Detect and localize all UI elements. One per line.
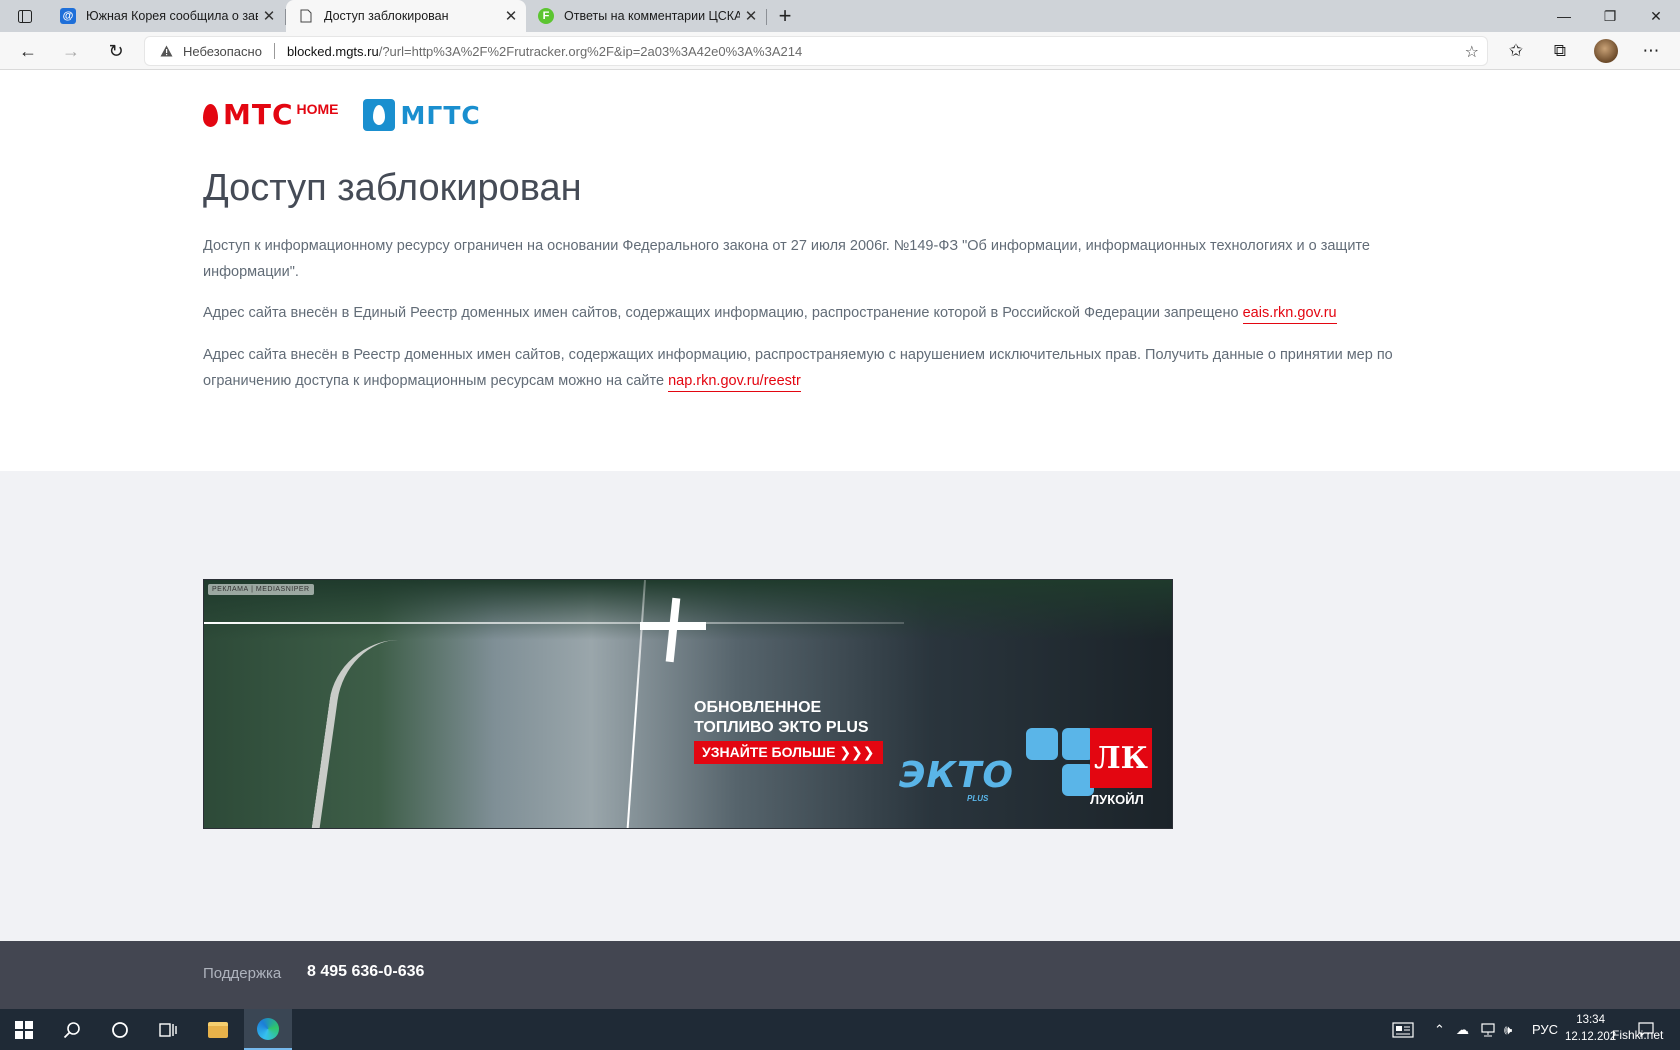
mgts-drop-icon (362, 99, 395, 131)
lukoil-wordmark: ЛУКОЙЛ (1090, 792, 1144, 807)
close-tab-icon[interactable]: ✕ (500, 5, 522, 27)
ad-forest-image (204, 580, 1172, 640)
close-tab-icon[interactable]: ✕ (258, 5, 280, 27)
volume-icon[interactable]: 🕪 (1504, 1009, 1512, 1050)
tab-comments[interactable]: F Ответы на комментарии ЦСКА ✕ (526, 0, 766, 32)
fishki-favicon-icon: F (538, 8, 554, 24)
show-hidden-icons-chevron-icon[interactable]: ⌃ (1434, 1009, 1445, 1050)
tab-news[interactable]: @ Южная Корея сообщила о зав ✕ (48, 0, 284, 32)
refresh-icon[interactable]: ↻ (101, 37, 131, 65)
address-bar[interactable]: Небезопасно blocked.mgts.ru/?url=http%3A… (144, 36, 1488, 66)
tab-separator (766, 9, 767, 25)
windows-logo-icon (15, 1020, 33, 1039)
clock-date: 12.12.202 (1565, 1031, 1617, 1043)
navigation-bar: ← → ↻ Небезопасно blocked.mgts.ru/?url=h… (0, 32, 1680, 70)
watermark: Fishki.net (1612, 1028, 1664, 1042)
logo-row: МТС HOME МГТС (203, 97, 481, 133)
task-view-icon[interactable] (144, 1009, 192, 1050)
mts-home-logo[interactable]: МТС HOME (203, 99, 339, 131)
mts-egg-icon (203, 104, 218, 127)
search-icon[interactable] (48, 1009, 96, 1050)
ekto-plus-label: PLUS (967, 794, 989, 803)
mts-wordmark: МТС (223, 98, 294, 131)
onedrive-cloud-icon[interactable]: ☁ (1456, 1009, 1469, 1050)
windows-taskbar: ⌃ ☁ 🕪 РУС 13:34 12.12.202 (0, 1009, 1680, 1050)
registry-notice-text: Адрес сайта внесён в Единый Реестр домен… (203, 305, 1243, 321)
favorites-icon[interactable]: ✩ (1502, 38, 1530, 64)
omnibox-divider (273, 43, 275, 59)
clock-time: 13:34 (1576, 1014, 1605, 1026)
minimize-icon[interactable]: — (1541, 0, 1587, 32)
news-widget-icon[interactable] (1392, 1009, 1414, 1050)
close-tab-icon[interactable]: ✕ (740, 5, 762, 27)
cortana-icon[interactable] (96, 1009, 144, 1050)
back-arrow-icon[interactable]: ← (13, 37, 43, 65)
ad-headline: ОБНОВЛЕННОЕ ТОПЛИВО ЭКТО PLUS (694, 698, 869, 738)
mts-home-wordmark: HOME (296, 101, 339, 117)
file-explorer-icon[interactable] (194, 1009, 242, 1050)
warning-icon[interactable] (159, 44, 173, 58)
law-notice: Доступ к информационному ресурсу огранич… (203, 238, 1370, 280)
clock[interactable]: 13:34 12.12.202 (1565, 1012, 1616, 1046)
ad-cross-icon (640, 622, 706, 630)
tab-strip: @ Южная Корея сообщила о зав ✕ Доступ за… (0, 0, 1680, 32)
ad-road-image (309, 640, 429, 828)
page-content: МТС HOME МГТС Доступ заблокирован Доступ… (0, 71, 1680, 1009)
ad-banner[interactable]: РЕКЛАМА | MEDIASNIPER ОБНОВЛЕННОЕ ТОПЛИВ… (203, 579, 1173, 829)
tab-actions-icon[interactable] (14, 6, 36, 26)
tab-title: Ответы на комментарии ЦСКА (564, 9, 740, 23)
forward-arrow-icon[interactable]: → (56, 37, 86, 65)
mgts-logo[interactable]: МГТС (362, 99, 481, 131)
eais-link[interactable]: eais.rkn.gov.ru (1242, 305, 1337, 324)
restore-icon[interactable]: ❐ (1587, 0, 1633, 32)
ad-horizontal-line (204, 622, 904, 624)
window-close-icon[interactable]: ✕ (1633, 0, 1679, 32)
copyright-notice: Адрес сайта внесён в Реестр доменных име… (203, 342, 1443, 394)
tab-title: Доступ заблокирован (324, 9, 449, 23)
nap-reestr-link[interactable]: nap.rkn.gov.ru/reestr (668, 373, 801, 392)
ad-label[interactable]: РЕКЛАМА | MEDIASNIPER (208, 584, 314, 595)
ekto-plus-icon (1026, 728, 1096, 798)
mgts-wordmark: МГТС (400, 100, 481, 130)
lukoil-logo-icon: ЛК (1090, 728, 1152, 788)
ekto-logo: ЭКТО (899, 755, 1015, 796)
network-icon[interactable] (1480, 1009, 1496, 1050)
page-footer: Поддержка 8 495 636-0-636 (0, 941, 1680, 1009)
language-indicator[interactable]: РУС (1532, 1009, 1558, 1050)
url-path[interactable]: /?url=http%3A%2F%2Frutracker.org%2F&ip=2… (379, 44, 802, 59)
insecure-label[interactable]: Небезопасно (183, 44, 262, 59)
page-title: Доступ заблокирован (203, 167, 582, 209)
ad-headline-line: ОБНОВЛЕННОЕ (694, 699, 822, 716)
edge-browser-icon[interactable] (244, 1009, 292, 1050)
page-favicon-icon (298, 8, 314, 24)
add-favorite-icon[interactable]: ☆ (1465, 42, 1479, 62)
collections-icon[interactable]: ⧉ (1546, 38, 1574, 64)
settings-menu-icon[interactable]: ⋯ (1637, 38, 1665, 64)
mail-favicon-icon: @ (60, 8, 76, 24)
ad-headline-line: ТОПЛИВО ЭКТО PLUS (694, 719, 869, 736)
support-phone[interactable]: 8 495 636-0-636 (307, 963, 424, 981)
tab-title: Южная Корея сообщила о зав (86, 9, 258, 23)
registry-notice: Адрес сайта внесён в Единый Реестр домен… (203, 300, 1443, 326)
url-host[interactable]: blocked.mgts.ru (287, 44, 379, 59)
tab-blocked[interactable]: Доступ заблокирован ✕ (286, 0, 526, 32)
support-label: Поддержка (203, 965, 282, 982)
start-button[interactable] (0, 1009, 48, 1050)
new-tab-icon[interactable]: + (772, 3, 798, 28)
profile-avatar[interactable] (1594, 39, 1618, 63)
ad-learn-more-button[interactable]: УЗНАЙТЕ БОЛЬШЕ ❯❯❯ (694, 741, 883, 764)
